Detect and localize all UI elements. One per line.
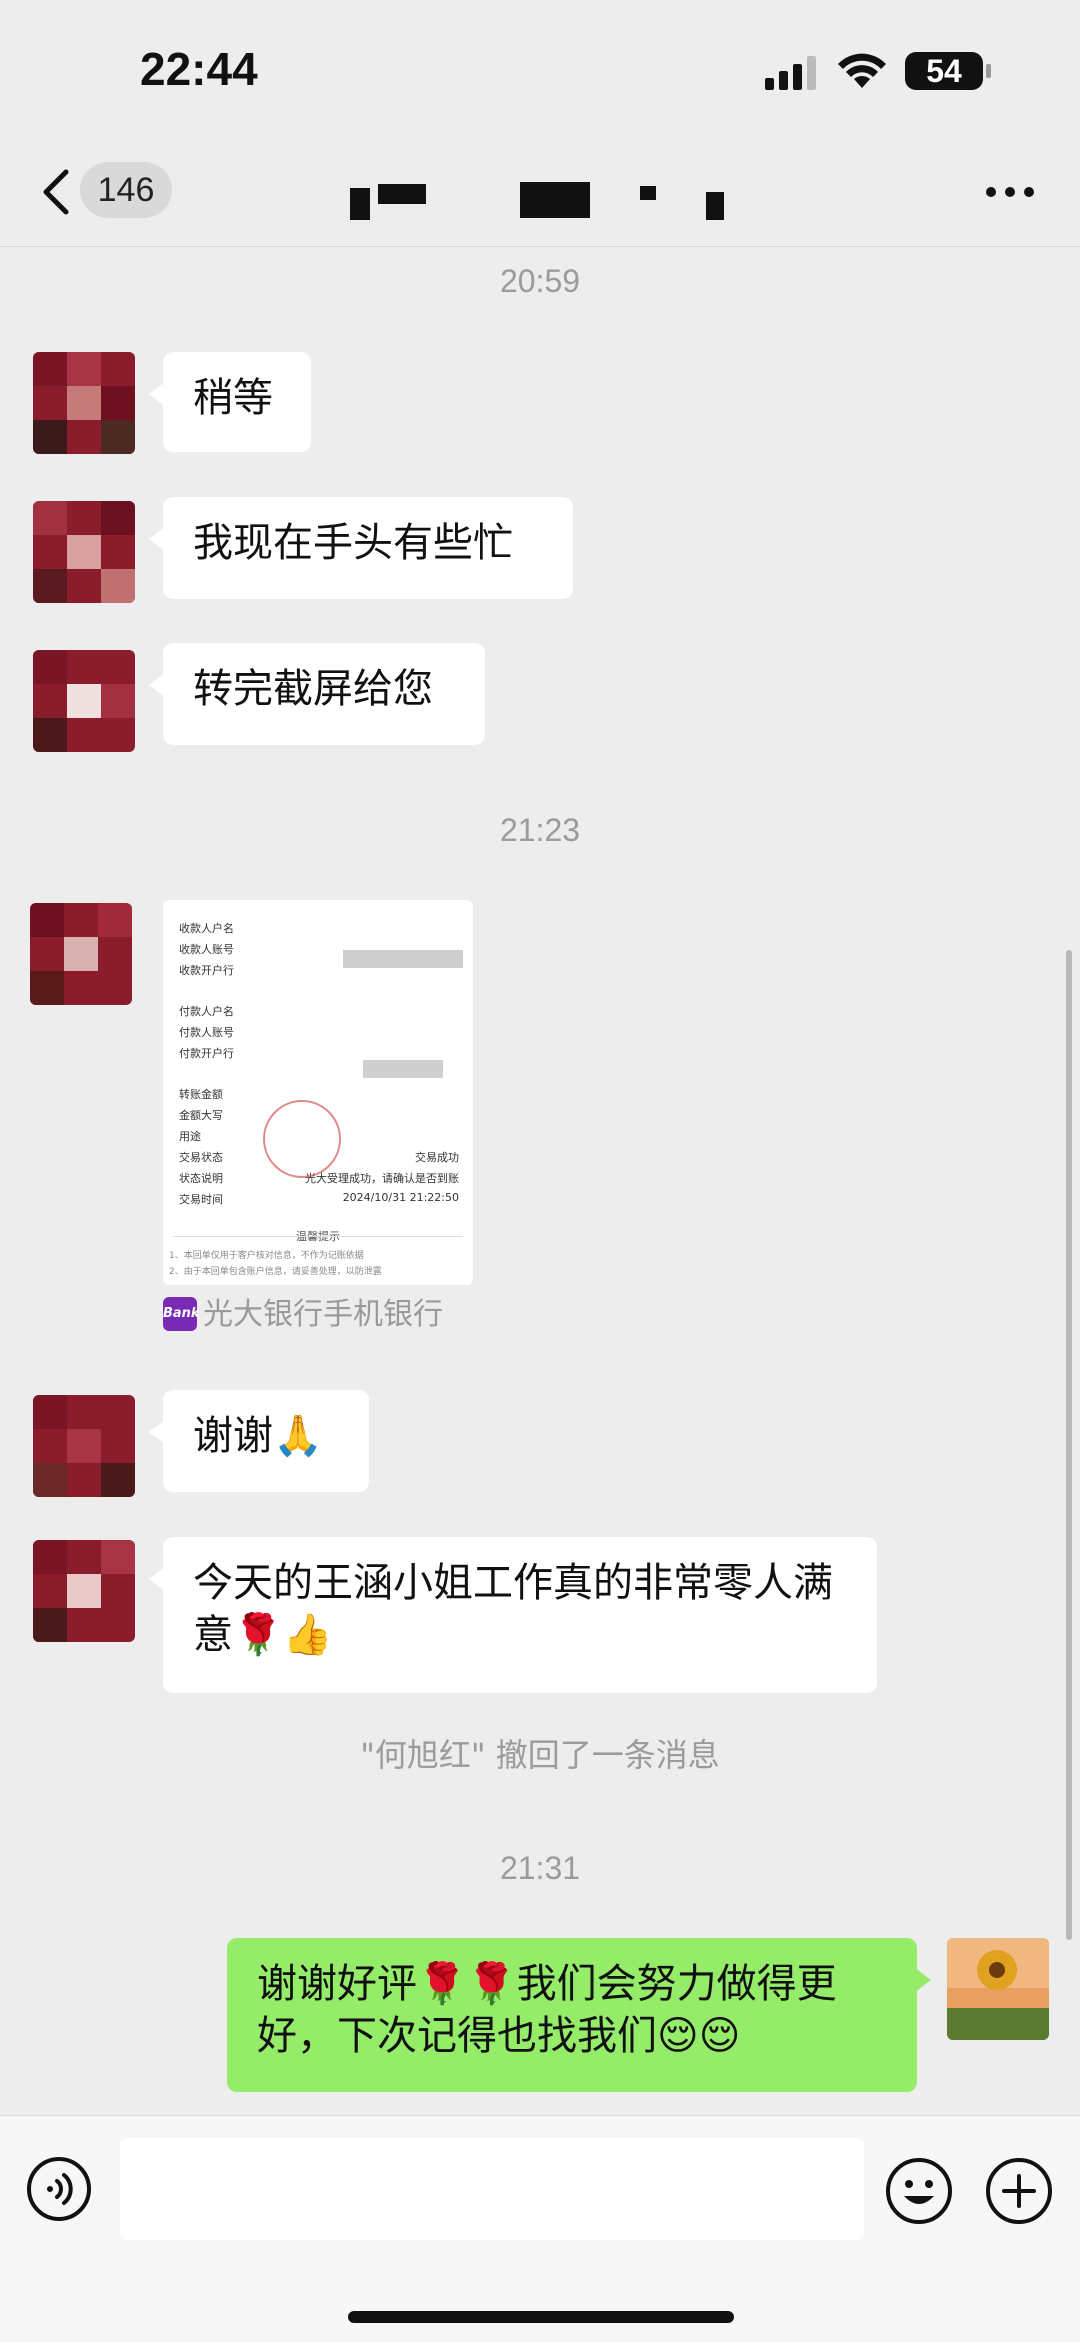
timestamp: 20:59 bbox=[499, 263, 581, 299]
back-arrow-icon[interactable] bbox=[38, 166, 74, 218]
contact-avatar[interactable] bbox=[33, 650, 135, 752]
receipt-divider bbox=[173, 1236, 463, 1237]
receipt-label: 收款人账号 bbox=[179, 943, 234, 956]
receipt-label: 收款开户行 bbox=[179, 964, 234, 977]
receipt-label: 交易状态 bbox=[179, 1151, 223, 1164]
chat-title-redacted bbox=[350, 180, 730, 220]
wifi-icon bbox=[838, 53, 886, 88]
message-bubble[interactable]: 谢谢🙏 bbox=[149, 1390, 369, 1492]
receipt-status-desc: 光大受理成功，请确认是否到账 bbox=[305, 1172, 459, 1185]
chat-header: 146 bbox=[0, 140, 1080, 247]
source-app-name: 光大银行手机银行 bbox=[203, 1297, 443, 1332]
bank-seal-stamp bbox=[263, 1100, 341, 1178]
receipt-note: 2、由于本回单包含账户信息，请妥善处理，以防泄露 bbox=[169, 1267, 382, 1277]
status-time: 22:44 bbox=[140, 43, 258, 95]
receipt-label: 状态说明 bbox=[179, 1172, 223, 1185]
emoji-icon[interactable] bbox=[884, 2156, 954, 2226]
receipt-label: 付款人户名 bbox=[179, 1005, 234, 1018]
contact-avatar[interactable] bbox=[33, 1540, 135, 1642]
receipt-label: 付款开户行 bbox=[179, 1047, 234, 1060]
redacted-block bbox=[363, 1060, 443, 1078]
receipt-label: 转账金额 bbox=[179, 1088, 223, 1101]
cellular-signal-icon bbox=[765, 56, 816, 90]
receipt-label: 金额大写 bbox=[179, 1109, 223, 1122]
receipt-label: 用途 bbox=[179, 1130, 201, 1143]
receipt-label: 收款人户名 bbox=[179, 922, 234, 935]
message-recalled-notice: "何旭红" 撤回了一条消息 bbox=[360, 1736, 720, 1774]
message-input[interactable] bbox=[120, 2138, 864, 2240]
timestamp: 21:23 bbox=[499, 812, 581, 848]
voice-input-icon[interactable] bbox=[26, 2156, 92, 2222]
contact-avatar[interactable] bbox=[30, 903, 132, 1005]
unread-count-badge[interactable]: 146 bbox=[80, 162, 172, 218]
my-message-bubble[interactable]: 谢谢好评🌹🌹我们会努力做得更好，下次记得也找我们😌😌 bbox=[227, 1938, 931, 2092]
contact-avatar[interactable] bbox=[33, 352, 135, 454]
status-bar: 22:44 54 bbox=[0, 0, 1080, 140]
message-bubble[interactable]: 稍等 bbox=[149, 352, 311, 452]
message-bubble[interactable]: 我现在手头有些忙 bbox=[149, 497, 573, 599]
more-options-icon[interactable] bbox=[985, 184, 1035, 200]
transfer-receipt-image[interactable]: 收款人户名 收款人账号 收款开户行 付款人户名 付款人账号 付款开户行 转账金额… bbox=[163, 900, 473, 1285]
contact-avatar[interactable] bbox=[33, 501, 135, 603]
message-bubble[interactable]: 今天的王涵小姐工作真的非常零人满意🌹👍 bbox=[149, 1537, 877, 1693]
receipt-label: 交易时间 bbox=[179, 1193, 223, 1206]
contact-avatar[interactable] bbox=[33, 1395, 135, 1497]
battery-icon: 54 bbox=[905, 52, 983, 90]
receipt-status-value: 交易成功 bbox=[415, 1151, 459, 1164]
receipt-label: 付款人账号 bbox=[179, 1026, 234, 1039]
my-avatar[interactable] bbox=[947, 1938, 1049, 2040]
receipt-trade-time: 2024/10/31 21:22:50 bbox=[342, 1191, 459, 1204]
message-bubble[interactable]: 转完截屏给您 bbox=[149, 643, 485, 745]
plus-icon[interactable] bbox=[984, 2156, 1054, 2226]
chat-input-bar bbox=[0, 2115, 1080, 2342]
home-indicator bbox=[348, 2311, 734, 2323]
timestamp: 21:31 bbox=[499, 1850, 581, 1886]
redacted-block bbox=[343, 950, 463, 968]
scrollbar[interactable] bbox=[1066, 950, 1072, 1940]
battery-tip bbox=[986, 64, 991, 78]
bank-app-logo: Bank bbox=[163, 1297, 200, 1331]
receipt-note: 1、本回单仅用于客户核对信息，不作为记账依据 bbox=[169, 1251, 364, 1261]
